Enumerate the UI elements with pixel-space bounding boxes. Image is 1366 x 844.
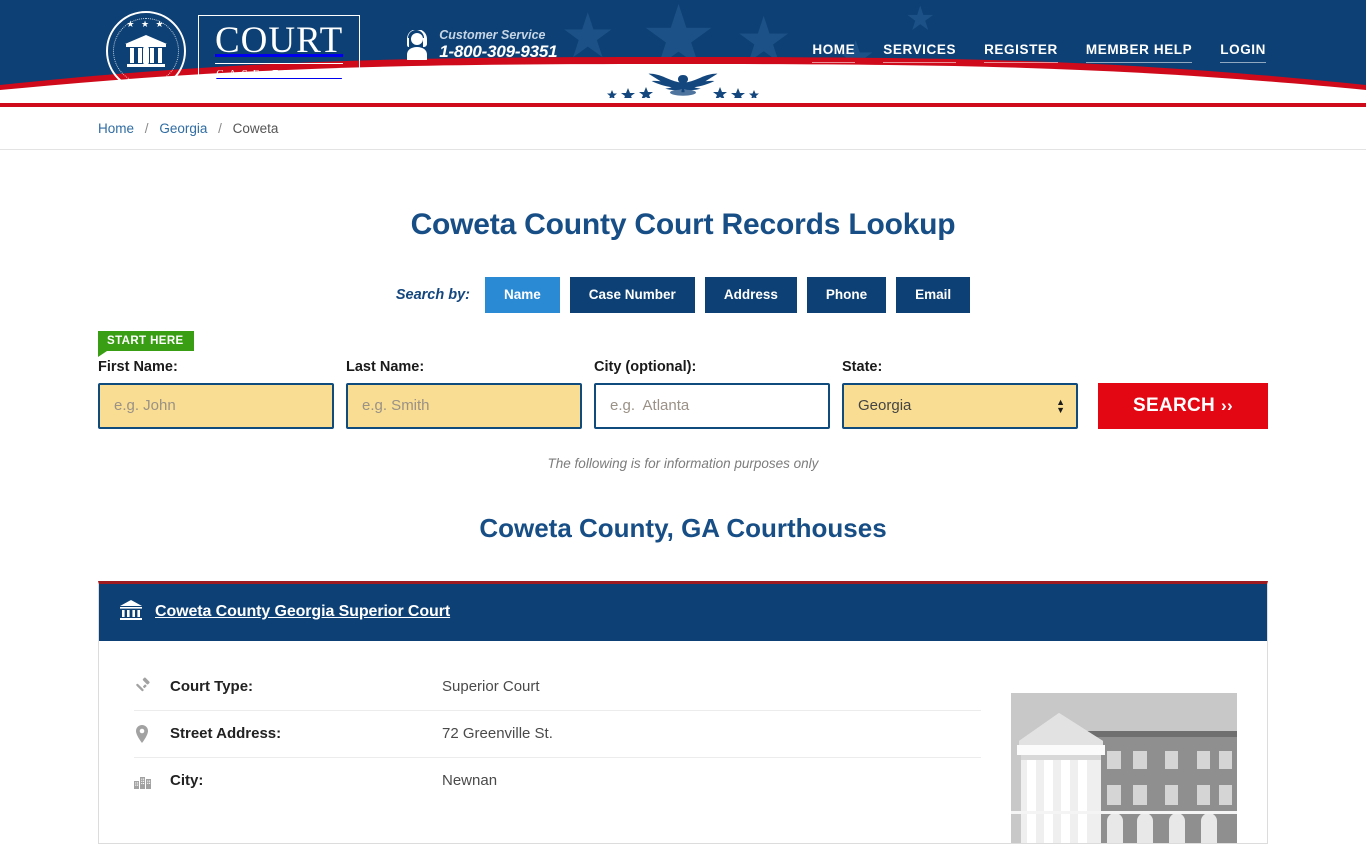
disclaimer-text: The following is for information purpose… [547,455,819,471]
breadcrumb-georgia[interactable]: Georgia [159,121,207,136]
search-button[interactable]: SEARCH ›› [1098,382,1268,429]
first-name-field-group: First Name: [98,359,334,429]
detail-label: Court Type: [170,677,254,695]
courthouse-card-body: Court Type: Superior Court Street Addres… [99,641,1267,843]
breadcrumb-separator: / [144,121,149,136]
city-buildings-icon [134,773,170,789]
search-button-label: SEARCH [1133,394,1216,416]
logo-tagline: CASE FINDER [216,67,342,80]
breadcrumb-separator: / [218,121,222,136]
detail-label: City: [170,772,204,789]
courthouse-card-header: Coweta County Georgia Superior Court [99,583,1267,641]
page-title: Coweta County Court Records Lookup [410,208,956,241]
first-name-input[interactable] [98,382,334,429]
courthouse-card: Coweta County Georgia Superior Court Cou… [98,580,1268,844]
city-input[interactable] [594,382,830,429]
nav-item-member-help[interactable]: MEMBER HELP [1085,42,1193,63]
gavel-icon [134,677,170,695]
nav-item-login[interactable]: LOGIN [1220,42,1266,63]
search-by-tabs: Search by: Name Case Number Address Phon… [98,277,1268,313]
city-field-group: City (optional): [594,359,830,429]
customer-service-label: Customer Service [439,28,546,42]
breadcrumb-home[interactable]: Home [98,121,134,136]
nav-item-home[interactable]: HOME [812,42,856,63]
state-select[interactable]: Georgia [842,382,1078,429]
site-logo[interactable]: ★ ★ ★ COURT CASE FINDER [106,11,361,91]
search-form: START HERE First Name: Last Name: City (… [98,330,1268,429]
tab-email[interactable]: Email [896,277,971,313]
breadcrumb-bar: Home / Georgia / Coweta [0,107,1366,150]
tab-case-number[interactable]: Case Number [569,277,695,313]
state-field-group: State: Georgia ▲ ▼ [842,359,1078,429]
courthouse-detail-list: Court Type: Superior Court Street Addres… [134,663,1011,843]
customer-service-phone[interactable]: 1-800-309-9351 [439,42,557,61]
detail-label: Street Address: [170,725,282,742]
logo-wordmark: COURT [215,22,344,64]
section-title: Coweta County, GA Courthouses [479,512,887,543]
tab-address[interactable]: Address [704,277,797,313]
last-name-input[interactable] [346,382,582,429]
table-row: Street Address: 72 Greenville St. [134,709,981,757]
double-chevron-icon: ›› [1221,395,1233,415]
table-row: Court Type: Superior Court [134,663,981,710]
nav-item-register[interactable]: REGISTER [984,42,1058,63]
tab-phone[interactable]: Phone [806,277,887,313]
eagle-emblem-icon [583,72,783,98]
last-name-label: Last Name: [346,358,425,375]
last-name-field-group: Last Name: [346,359,582,429]
city-label: City (optional): [594,358,697,375]
breadcrumb: Home / Georgia / Coweta [98,107,1268,149]
courthouse-title-link[interactable]: Coweta County Georgia Superior Court [155,603,450,621]
main-content: Coweta County Court Records Lookup Searc… [98,208,1268,844]
headset-support-icon [404,28,430,60]
state-label: State: [842,358,883,375]
customer-service-block: Customer Service 1-800-309-9351 [404,28,558,61]
site-header: ★ ★ ★ ★ ★ ★ ★ ★ ★ COURT CASE FINDER [0,0,1366,103]
map-pin-icon [134,724,170,743]
courthouse-photo [1011,663,1237,843]
main-navigation: HOME SERVICES REGISTER MEMBER HELP LOGIN [812,42,1268,63]
logo-seal-icon: ★ ★ ★ [106,11,186,91]
start-here-badge: START HERE [98,330,194,357]
breadcrumb-current: Coweta [232,121,279,136]
tab-name[interactable]: Name [485,277,560,313]
detail-value: Superior Court [442,677,540,695]
search-by-label: Search by: [395,286,470,303]
detail-value: Newnan [442,772,498,789]
table-row: City: Newnan [134,756,981,804]
detail-value: 72 Greenville St. [442,725,553,742]
nav-item-services[interactable]: SERVICES [883,42,957,63]
first-name-label: First Name: [98,358,178,375]
courthouse-bank-icon [119,599,143,626]
